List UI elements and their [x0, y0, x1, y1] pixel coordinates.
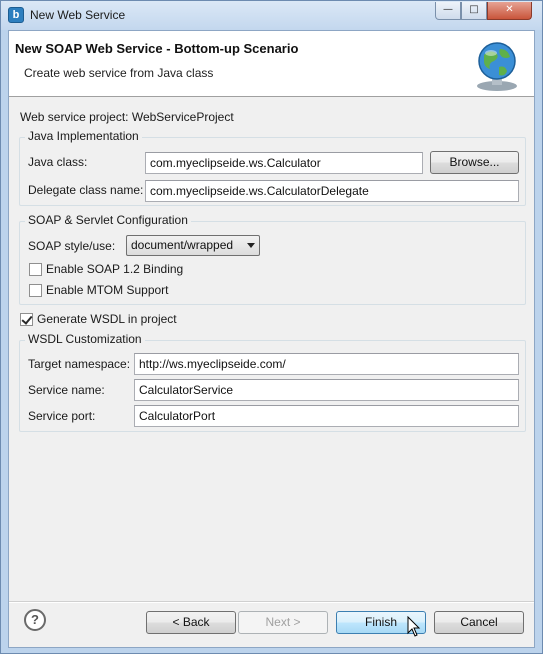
soap12-checkbox[interactable] — [29, 263, 42, 276]
soap-style-select[interactable]: document/wrapped — [126, 235, 260, 256]
maximize-button[interactable]: □ — [461, 2, 487, 20]
next-button[interactable]: Next > — [238, 611, 328, 634]
soap-style-label: SOAP style/use: — [28, 239, 116, 253]
dialog-window: b New Web Service — □ ✕ New SOAP Web Ser… — [0, 0, 543, 654]
footer-separator — [9, 601, 534, 603]
service-name-field[interactable]: CalculatorService — [134, 379, 519, 401]
back-button[interactable]: < Back — [146, 611, 236, 634]
window-title: New Web Service — [30, 8, 126, 22]
browse-button[interactable]: Browse... — [430, 151, 519, 174]
generate-wsdl-label[interactable]: Generate WSDL in project — [37, 312, 177, 326]
service-name-label: Service name: — [28, 383, 105, 397]
soap-servlet-group-title: SOAP & Servlet Configuration — [25, 213, 191, 227]
service-port-label: Service port: — [28, 409, 96, 423]
java-class-label: Java class: — [28, 155, 88, 169]
mtom-label[interactable]: Enable MTOM Support — [46, 283, 169, 297]
wsdl-customization-group: WSDL Customization Target namespace: htt… — [19, 332, 526, 432]
app-icon: b — [8, 7, 24, 23]
java-implementation-group: Java Implementation Java class: com.myec… — [19, 129, 526, 206]
minimize-button[interactable]: — — [435, 2, 461, 20]
delegate-class-label: Delegate class name: — [28, 183, 144, 197]
wizard-title: New SOAP Web Service - Bottom-up Scenari… — [15, 41, 299, 56]
service-port-field[interactable]: CalculatorPort — [134, 405, 519, 427]
project-label: Web service project: WebServiceProject — [20, 110, 234, 124]
dialog-client-area: New SOAP Web Service - Bottom-up Scenari… — [8, 30, 535, 648]
soap-style-value: document/wrapped — [131, 238, 234, 252]
generate-wsdl-checkbox[interactable] — [20, 313, 33, 326]
help-icon[interactable]: ? — [24, 609, 46, 631]
soap12-label[interactable]: Enable SOAP 1.2 Binding — [46, 262, 183, 276]
mtom-checkbox[interactable] — [29, 284, 42, 297]
java-implementation-group-title: Java Implementation — [25, 129, 142, 143]
wsdl-customization-group-title: WSDL Customization — [25, 332, 145, 346]
wizard-description: Create web service from Java class — [24, 66, 214, 80]
mouse-pointer-icon — [407, 616, 421, 637]
title-bar[interactable]: b New Web Service — □ ✕ — [1, 1, 542, 30]
target-namespace-field[interactable]: http://ws.myeclipseide.com/ — [134, 353, 519, 375]
target-namespace-label: Target namespace: — [28, 357, 131, 371]
globe-web-service-icon — [477, 42, 517, 91]
project-name: WebServiceProject — [131, 110, 234, 124]
java-class-field[interactable]: com.myeclipseide.ws.Calculator — [145, 152, 423, 174]
delegate-class-field[interactable]: com.myeclipseide.ws.CalculatorDelegate — [145, 180, 519, 202]
chevron-down-icon — [247, 243, 255, 248]
wizard-banner: New SOAP Web Service - Bottom-up Scenari… — [9, 31, 534, 97]
close-button[interactable]: ✕ — [487, 2, 532, 20]
cancel-button[interactable]: Cancel — [434, 611, 524, 634]
soap-servlet-group: SOAP & Servlet Configuration SOAP style/… — [19, 213, 526, 305]
